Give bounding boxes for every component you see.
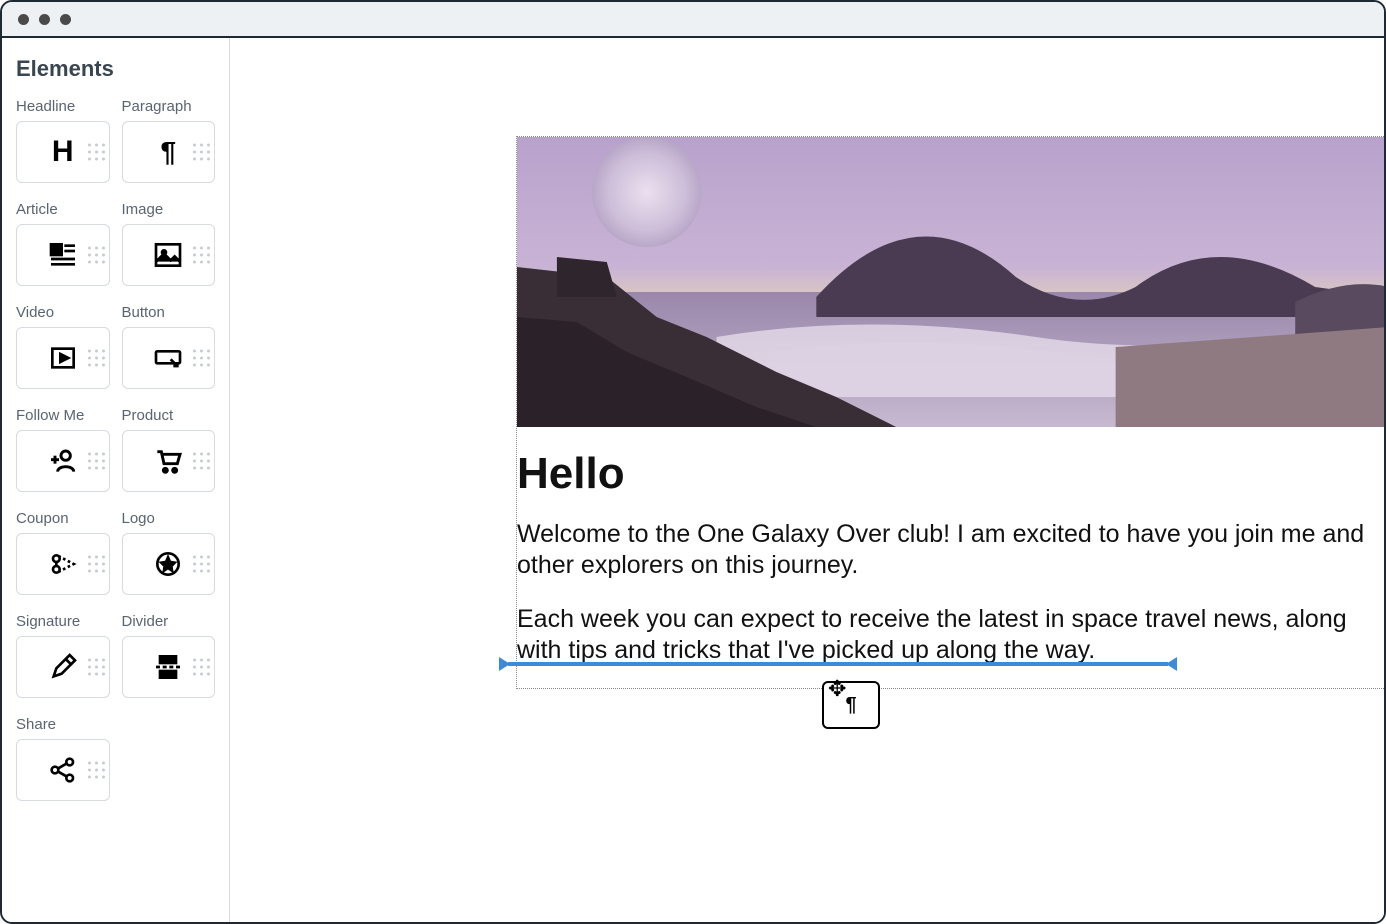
element-label: Signature — [16, 613, 110, 630]
element-label: Headline — [16, 98, 110, 115]
element-label: Video — [16, 304, 110, 321]
element-tile-logo[interactable] — [122, 533, 216, 595]
element-follow-me: Follow Me — [16, 407, 110, 492]
element-tile-button[interactable] — [122, 327, 216, 389]
element-tile-image[interactable] — [122, 224, 216, 286]
element-tile-headline[interactable]: H — [16, 121, 110, 183]
move-cursor-icon: ✥ — [828, 676, 846, 702]
element-label: Article — [16, 201, 110, 218]
product-icon — [152, 445, 184, 477]
grip-icon — [88, 659, 105, 676]
follow-icon — [47, 445, 79, 477]
element-tile-share[interactable] — [16, 739, 110, 801]
button-icon — [152, 342, 184, 374]
element-label: Divider — [122, 613, 216, 630]
email-heading[interactable]: Hello — [517, 449, 1384, 499]
coupon-icon — [47, 548, 79, 580]
element-tile-paragraph[interactable]: ¶ — [122, 121, 216, 183]
element-tile-signature[interactable] — [16, 636, 110, 698]
email-content: Hello Welcome to the One Galaxy Over clu… — [517, 427, 1384, 666]
element-button: Button — [122, 304, 216, 389]
grip-icon — [193, 350, 210, 367]
element-divider: Divider — [122, 613, 216, 698]
element-article: Article — [16, 201, 110, 286]
grip-icon — [88, 556, 105, 573]
traffic-light-close[interactable] — [18, 14, 29, 25]
share-icon — [47, 754, 79, 786]
grip-icon — [193, 453, 210, 470]
email-paragraph-1[interactable]: Welcome to the One Galaxy Over club! I a… — [517, 519, 1384, 582]
element-headline: Headline H — [16, 98, 110, 183]
element-tile-article[interactable] — [16, 224, 110, 286]
grip-icon — [88, 144, 105, 161]
window-frame: Elements Headline H Paragraph ¶ — [0, 0, 1386, 924]
app-body: Elements Headline H Paragraph ¶ — [2, 38, 1384, 922]
elements-sidebar: Elements Headline H Paragraph ¶ — [2, 38, 230, 922]
paragraph-icon: ¶ — [160, 136, 176, 168]
element-label: Product — [122, 407, 216, 424]
element-paragraph: Paragraph ¶ — [122, 98, 216, 183]
signature-icon — [47, 651, 79, 683]
element-tile-coupon[interactable] — [16, 533, 110, 595]
traffic-light-minimize[interactable] — [39, 14, 50, 25]
email-paragraph-2[interactable]: Each week you can expect to receive the … — [517, 604, 1384, 667]
element-label: Paragraph — [122, 98, 216, 115]
grip-icon — [193, 556, 210, 573]
grip-icon — [193, 247, 210, 264]
headline-icon: H — [52, 135, 74, 169]
element-tile-divider[interactable] — [122, 636, 216, 698]
element-coupon: Coupon — [16, 510, 110, 595]
grip-icon — [88, 762, 105, 779]
grip-icon — [88, 247, 105, 264]
canvas-area[interactable]: Hello Welcome to the One Galaxy Over clu… — [230, 38, 1384, 922]
article-icon — [47, 239, 79, 271]
element-label: Button — [122, 304, 216, 321]
element-share: Share — [16, 716, 110, 801]
element-tile-product[interactable] — [122, 430, 216, 492]
grip-icon — [88, 350, 105, 367]
divider-icon — [152, 651, 184, 683]
element-product: Product — [122, 407, 216, 492]
paragraph-icon: ¶ — [845, 694, 856, 717]
traffic-light-zoom[interactable] — [60, 14, 71, 25]
logo-icon — [152, 548, 184, 580]
grip-icon — [193, 659, 210, 676]
element-tile-follow[interactable] — [16, 430, 110, 492]
element-label: Image — [122, 201, 216, 218]
hero-image[interactable] — [517, 137, 1384, 427]
elements-grid: Headline H Paragraph ¶ Article — [16, 98, 215, 801]
element-label: Follow Me — [16, 407, 110, 424]
element-image: Image — [122, 201, 216, 286]
element-label: Share — [16, 716, 110, 733]
element-video: Video — [16, 304, 110, 389]
element-logo: Logo — [122, 510, 216, 595]
titlebar — [2, 2, 1384, 38]
drop-indicator — [508, 662, 1168, 666]
element-tile-video[interactable] — [16, 327, 110, 389]
video-icon — [47, 342, 79, 374]
sidebar-title: Elements — [16, 56, 215, 82]
element-label: Logo — [122, 510, 216, 527]
grip-icon — [88, 453, 105, 470]
grip-icon — [193, 144, 210, 161]
element-signature: Signature — [16, 613, 110, 698]
element-label: Coupon — [16, 510, 110, 527]
image-icon — [152, 239, 184, 271]
email-block[interactable]: Hello Welcome to the One Galaxy Over clu… — [516, 136, 1384, 689]
